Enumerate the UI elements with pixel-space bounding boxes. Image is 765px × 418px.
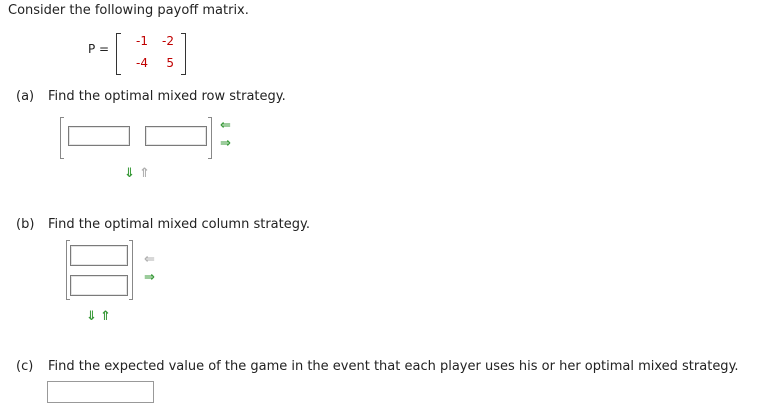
up-arrow-icon[interactable]: ⇑ xyxy=(139,167,150,180)
matrix-cell-1-1: -1 xyxy=(136,34,148,48)
part-a-question: (a) Find the optimal mixed row strategy. xyxy=(16,89,286,104)
matrix-cell-2-1: -4 xyxy=(136,56,148,70)
down-arrow-icon[interactable]: ⇓ xyxy=(86,310,97,323)
part-b-text: Find the optimal mixed column strategy. xyxy=(48,217,310,232)
part-a-text: Find the optimal mixed row strategy. xyxy=(48,89,286,104)
matrix-right-bracket xyxy=(181,33,186,75)
col-strategy-input-1[interactable] xyxy=(70,245,128,266)
row-strategy-input-2[interactable] xyxy=(145,126,207,146)
row-strategy-input-1[interactable] xyxy=(68,126,130,146)
part-a-tag: (a) xyxy=(16,89,35,104)
down-arrow-icon[interactable]: ⇓ xyxy=(124,167,135,180)
row-strategy-right-bracket xyxy=(208,117,212,159)
part-c-text: Find the expected value of the game in t… xyxy=(48,359,739,374)
left-arrow-icon[interactable]: ⇐ xyxy=(144,253,155,266)
matrix-cell-1-2: -2 xyxy=(162,34,174,48)
col-strategy-right-bracket xyxy=(129,240,133,300)
right-arrow-icon[interactable]: ⇒ xyxy=(220,137,231,150)
right-arrow-icon[interactable]: ⇒ xyxy=(144,271,155,284)
part-b-tag: (b) xyxy=(16,217,35,232)
matrix-label: P = xyxy=(88,42,110,56)
part-c-question: (c) Find the expected value of the game i… xyxy=(16,359,739,374)
row-strategy-left-bracket xyxy=(60,117,64,159)
matrix-left-bracket xyxy=(116,33,121,75)
part-b-question: (b) Find the optimal mixed column strateg… xyxy=(16,217,310,232)
matrix-cell-2-2: 5 xyxy=(166,56,174,70)
left-arrow-icon[interactable]: ⇐ xyxy=(220,119,231,132)
expected-value-input[interactable] xyxy=(47,381,154,403)
up-arrow-icon[interactable]: ⇑ xyxy=(100,310,111,323)
col-strategy-input-2[interactable] xyxy=(70,275,128,296)
part-c-tag: (c) xyxy=(16,359,34,374)
intro-text: Consider the following payoff matrix. xyxy=(8,3,249,18)
